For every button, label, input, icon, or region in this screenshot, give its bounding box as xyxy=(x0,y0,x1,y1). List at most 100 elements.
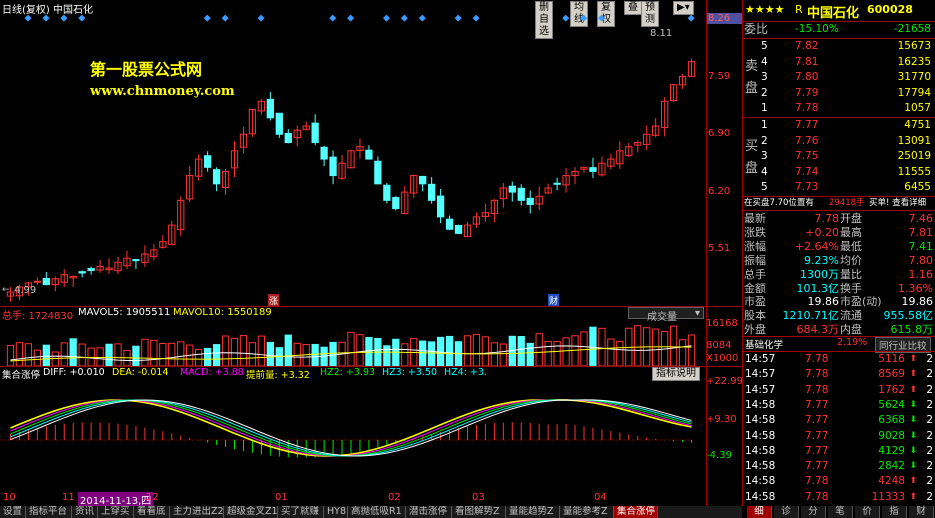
bottom-tab[interactable]: 指标平台 xyxy=(26,506,72,518)
bottom-tab[interactable]: 主力进出Z2 xyxy=(170,506,224,518)
stat-row[interactable]: 市盈 19.86 市盈(动) 19.86 xyxy=(743,294,935,309)
buy-order-row[interactable]: 4 7.74 11555 xyxy=(743,165,935,180)
buy-order-row[interactable]: 5 7.73 6455 xyxy=(743,180,935,195)
volume-dropdown[interactable]: 成交量 ▾ xyxy=(628,307,704,323)
side-tab[interactable]: 价 xyxy=(855,506,880,518)
watermark: 第一股票公式网 www.chnmoney.com xyxy=(90,56,235,99)
tick-trade-row[interactable]: 14:58 7.77 9028 ⬇ 2 xyxy=(743,429,935,444)
sell-order-row[interactable]: 5 7.82 15673 xyxy=(743,39,935,54)
bottom-tab[interactable]: 上穿买 xyxy=(98,506,134,518)
tick-trade-row[interactable]: 14:58 7.78 4248 ⬆ 2 xyxy=(743,474,935,489)
bottom-tab[interactable]: 买了就赚 xyxy=(278,506,324,518)
price-tick: 7.59 xyxy=(708,71,731,82)
tick-trade-row[interactable]: 14:58 7.77 5624 ⬇ 2 xyxy=(743,398,935,413)
stat-row[interactable]: 金额 101.3亿 换手 1.36% xyxy=(743,281,935,296)
stat-value: 7.41 xyxy=(908,239,934,253)
volume-bar xyxy=(114,343,122,366)
volume-chart[interactable] xyxy=(0,320,706,366)
signal-diamond xyxy=(78,14,86,22)
trade-time: 14:57 xyxy=(745,353,776,365)
order-notice[interactable]: 在买盘7.70位置有 29418手 买单! 查看详细 xyxy=(743,197,935,210)
stat-row[interactable]: 外盘 684.3万 内盘 615.8万 xyxy=(743,322,935,337)
stat-row[interactable]: 总手 1300万 量比 1.16 xyxy=(743,267,935,282)
stat-row[interactable]: 涨跌 +0.20 最高 7.81 xyxy=(743,225,935,240)
tick-trade-row[interactable]: 14:57 7.78 5116 ⬆ 2 xyxy=(743,352,935,367)
tick-trade-row[interactable]: 14:58 7.77 2842 ⬇ 2 xyxy=(743,459,935,474)
indicator-tick: +22.99 xyxy=(706,376,744,387)
candle-body xyxy=(284,132,292,144)
order-level: 3 xyxy=(761,150,768,163)
overlay-button[interactable]: 叠 xyxy=(624,1,642,15)
side-tab[interactable]: 财 xyxy=(909,506,934,518)
stat-row[interactable]: 振幅 9.23% 均价 7.80 xyxy=(743,253,935,268)
order-volume: 11555 xyxy=(897,165,931,178)
trade-volume: 5116 xyxy=(878,353,905,365)
order-volume: 25019 xyxy=(897,150,931,163)
candle-body xyxy=(87,267,95,272)
stat-value: 1.36% xyxy=(898,281,933,295)
volume-bar xyxy=(239,335,248,366)
price-min-label: 4.99 xyxy=(14,285,37,296)
bottom-tab[interactable]: 超级金叉Z1 xyxy=(224,506,278,518)
bottom-tab[interactable]: 看图解势Z xyxy=(452,506,506,518)
sell-order-row[interactable]: 3 7.80 31770 xyxy=(743,70,935,85)
buy-order-row[interactable]: 3 7.75 25019 xyxy=(743,149,935,164)
stat-row[interactable]: 最新 7.78 开盘 7.46 xyxy=(743,211,935,226)
stat-row[interactable]: 涨幅 +2.64% 最低 7.41 xyxy=(743,239,935,254)
buy-order-row[interactable]: 2 7.76 13091 xyxy=(743,134,935,149)
bottom-tab[interactable]: 设置 xyxy=(0,506,26,518)
signal-diamond xyxy=(400,14,408,22)
candle-body xyxy=(517,187,525,201)
candle-body xyxy=(132,259,140,262)
candle-body xyxy=(365,149,373,160)
volume-bar xyxy=(177,341,185,366)
side-tab[interactable]: 细 xyxy=(747,506,772,518)
volume-bar xyxy=(329,341,337,366)
chart-area[interactable]: 日线(复权) 中国石化 删自选 均线 复权 叠 预测 ▶▾ ← 第一股票公式网 … xyxy=(0,0,743,507)
signal-diamond xyxy=(347,14,355,22)
bottom-tab[interactable]: 高抛低吸R1 xyxy=(348,506,406,518)
tick-trade-row[interactable]: 14:57 7.78 1762 ⬆ 2 xyxy=(743,383,935,398)
stat-label: 金额 xyxy=(744,281,766,295)
candle-body xyxy=(445,218,454,230)
bottom-tab[interactable]: 看看底 xyxy=(134,506,170,518)
trade-price: 7.78 xyxy=(805,475,829,488)
sell-order-row[interactable]: 4 7.81 16235 xyxy=(743,55,935,70)
tick-trade-row[interactable]: 14:58 7.77 6368 ⬇ 2 xyxy=(743,413,935,428)
tick-trade-row[interactable]: 14:58 7.77 4129 ⬇ 2 xyxy=(743,444,935,459)
tick-trade-row[interactable]: 14:58 7.78 11333 ⬆ 2 xyxy=(743,490,935,505)
volume-bar xyxy=(562,337,570,366)
sell-order-row[interactable]: 1 7.78 1057 xyxy=(743,101,935,116)
rating-stars: ★★★★ xyxy=(745,3,785,16)
dropdown-arrow-icon[interactable]: ▶▾ xyxy=(673,1,694,15)
tick-trade-row[interactable]: 14:57 7.78 8569 ⬆ 2 xyxy=(743,367,935,382)
bottom-tab[interactable]: 资讯 xyxy=(72,506,98,518)
sector-name[interactable]: 基础化学 xyxy=(745,337,783,351)
order-volume: 6455 xyxy=(904,181,931,194)
volume-bar xyxy=(401,343,409,366)
side-tab[interactable]: 诊 xyxy=(774,506,799,518)
order-price: 7.82 xyxy=(795,40,819,52)
candle-body xyxy=(320,146,328,160)
volume-bar xyxy=(203,347,212,366)
buy-order-row[interactable]: 1 7.77 4751 xyxy=(743,118,935,133)
bottom-tab[interactable]: 潜击涨停 xyxy=(406,506,452,518)
bottom-tab[interactable]: 集合涨停 xyxy=(614,506,658,518)
side-tab[interactable]: 笔 xyxy=(828,506,853,518)
stat-row[interactable]: 股本 1210.71亿 流通 955.58亿 xyxy=(743,308,935,323)
volume-divider xyxy=(0,306,742,307)
bottom-tab[interactable]: HY8 xyxy=(324,506,348,518)
indicator-help-button[interactable]: 指标说明 xyxy=(652,367,700,381)
indicator-chart[interactable] xyxy=(0,380,706,492)
notice-action[interactable]: 买单! 查看详细 xyxy=(869,197,926,210)
order-price: 7.80 xyxy=(795,71,819,84)
indicator-name[interactable]: 集合涨停 xyxy=(2,367,40,381)
bottom-tab[interactable]: 量能参考Z xyxy=(560,506,614,518)
sell-order-row[interactable]: 2 7.79 17794 xyxy=(743,86,935,101)
stat-label: 最新 xyxy=(744,212,766,225)
side-tab[interactable]: 指 xyxy=(882,506,907,518)
order-volume: 13091 xyxy=(897,134,931,147)
bottom-tab[interactable]: 量能趋势Z xyxy=(506,506,560,518)
stat-value: 19.86 xyxy=(901,295,934,309)
side-tab[interactable]: 分 xyxy=(801,506,826,518)
